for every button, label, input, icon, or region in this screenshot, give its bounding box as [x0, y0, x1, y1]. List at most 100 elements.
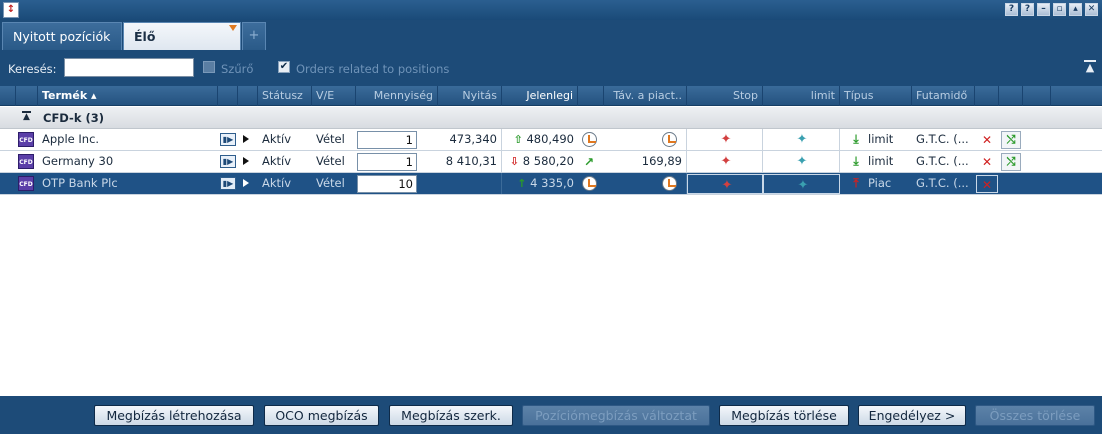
status-value: Aktív	[262, 176, 292, 190]
limit-order-cell[interactable]: ✦	[763, 129, 840, 150]
oco-icon[interactable]: ⤭	[1001, 153, 1021, 171]
header-spacer-5	[578, 86, 604, 106]
stop-order-cell[interactable]: ✦	[687, 129, 763, 150]
group-label: CFD-k (3)	[43, 111, 104, 125]
orders-related-label: Orders related to positions	[296, 62, 450, 76]
tab-add-icon[interactable]: +	[242, 22, 266, 50]
limit-icon: ✦	[796, 154, 808, 169]
play-icon[interactable]	[243, 135, 249, 143]
tab-close-icon[interactable]	[229, 25, 237, 31]
chart-icon[interactable]: ▮▶	[220, 133, 236, 146]
table-header: Termék ▴ Státusz V/E Mennyiség Nyitás Je…	[0, 86, 1102, 106]
limit-order-cell[interactable]: ✦	[763, 151, 840, 172]
clock-icon[interactable]	[582, 176, 597, 191]
oco-order-button[interactable]: OCO megbízás	[264, 405, 379, 426]
header-ve[interactable]: V/E	[312, 86, 356, 106]
limit-type-icon: ⤓	[853, 154, 859, 168]
quantity-input[interactable]: 10	[357, 175, 417, 193]
stop-icon: ✦	[720, 132, 732, 147]
create-order-button[interactable]: Megbízás létrehozása	[94, 405, 254, 426]
clock-icon[interactable]	[662, 132, 677, 147]
chart-icon[interactable]: ▮▶	[220, 155, 236, 168]
oco-icon[interactable]: ⤭	[1001, 131, 1021, 149]
header-spacer-2	[16, 86, 38, 106]
position-order-button[interactable]: Pozíciómegbízás változtat	[522, 405, 710, 426]
stop-order-cell[interactable]: ✦	[687, 151, 763, 172]
close-window-icon[interactable]: ✕	[1085, 3, 1098, 16]
header-statusz[interactable]: Státusz	[258, 86, 312, 106]
play-icon[interactable]	[243, 157, 249, 165]
header-mennyiseg[interactable]: Mennyiség	[356, 86, 438, 106]
help-icon[interactable]: ?	[1021, 3, 1034, 16]
group-row[interactable]: ▲ CFD-k (3)	[0, 107, 1102, 129]
tab-open-positions[interactable]: Nyitott pozíciók	[2, 22, 122, 50]
group-collapse-icon[interactable]: ▲	[22, 111, 31, 123]
play-icon[interactable]	[243, 179, 249, 187]
clock-icon[interactable]	[582, 132, 597, 147]
cfd-icon: CFD	[18, 132, 34, 147]
title-bar: ↕ ? ? – ▫ ▴ ✕	[0, 0, 1102, 20]
quantity-input[interactable]: 1	[357, 153, 417, 171]
quantity-input[interactable]: 1	[357, 131, 417, 149]
delete-order-icon[interactable]: ✕	[976, 175, 998, 193]
restore-icon[interactable]: ▫	[1053, 3, 1066, 16]
current-price-value: 8 580,20	[522, 154, 574, 168]
table-row[interactable]: CFD Apple Inc. ▮▶ Aktív Vétel 1 473,340 …	[0, 129, 1102, 151]
product-name: OTP Bank Plc	[42, 176, 118, 190]
stop-icon: ✦	[720, 154, 732, 169]
price-up-arrow-icon: ↑	[517, 177, 527, 190]
delete-order-icon[interactable]: ✕	[976, 131, 998, 149]
open-price: 473,340	[438, 129, 502, 150]
expiry-value: G.T.C. (...	[916, 176, 969, 190]
delete-order-button[interactable]: Megbízás törlése	[719, 405, 849, 426]
search-window-icon[interactable]: ?	[1005, 3, 1018, 16]
collapse-filter-icon[interactable]: ▲	[1084, 60, 1096, 74]
enable-button[interactable]: Engedélyez >	[858, 405, 966, 426]
order-type: Piac	[868, 176, 892, 190]
header-limit[interactable]: limit	[763, 86, 840, 106]
product-name: Germany 30	[42, 154, 114, 168]
header-spacer-7	[999, 86, 1023, 106]
maximize-icon[interactable]: ▴	[1069, 3, 1082, 16]
current-price: ⇧ 480,490	[502, 129, 578, 150]
footer-toolbar: Megbízás létrehozása OCO megbízás Megbíz…	[0, 396, 1102, 434]
current-price-value: 4 335,0	[530, 176, 574, 190]
header-termek[interactable]: Termék ▴	[38, 86, 218, 106]
cfd-icon: CFD	[18, 154, 34, 169]
orders-related-checkbox[interactable]: ✔	[278, 61, 290, 73]
limit-order-cell[interactable]: ✦	[763, 174, 840, 194]
stop-icon: ✦	[721, 178, 733, 193]
header-tipus[interactable]: Típus	[840, 86, 912, 106]
clock-icon[interactable]	[662, 176, 677, 191]
szuro-checkbox[interactable]	[203, 61, 215, 73]
delete-all-button[interactable]: Összes törlése	[975, 405, 1095, 426]
expiry-value: G.T.C. (...	[916, 154, 969, 168]
header-stop[interactable]: Stop	[687, 86, 763, 106]
status-value: Aktív	[262, 132, 292, 146]
chart-icon[interactable]: ▮▶	[220, 177, 236, 190]
edit-order-button[interactable]: Megbízás szerk.	[389, 405, 513, 426]
price-down-arrow-icon: ⇩	[509, 155, 520, 168]
table-row[interactable]: CFD Germany 30 ▮▶ Aktív Vétel 1 8 410,31…	[0, 151, 1102, 173]
minimize-icon[interactable]: –	[1037, 3, 1050, 16]
header-spacer-6	[975, 86, 999, 106]
search-input[interactable]	[64, 58, 194, 77]
header-futamido[interactable]: Futamidő	[912, 86, 975, 106]
buy-sell-value: Vétel	[316, 132, 345, 146]
price-up-arrow-icon: ⇧	[513, 133, 523, 146]
table-row-selected[interactable]: CFD OTP Bank Plc ▮▶ Aktív Vétel 10 ↑ 4 3…	[0, 173, 1102, 195]
stop-order-cell[interactable]: ✦	[687, 174, 763, 194]
current-price-value: 480,490	[526, 132, 574, 146]
tab-live-orders[interactable]: Élő megízások	[123, 22, 241, 72]
header-spacer-3	[218, 86, 238, 106]
limit-icon: ✦	[797, 178, 809, 193]
trend-up-icon[interactable]: ↗	[584, 155, 594, 169]
header-tav[interactable]: Táv. a piact..	[604, 86, 687, 106]
delete-order-icon[interactable]: ✕	[976, 153, 998, 171]
distance-value: 169,89	[604, 151, 687, 172]
order-type: limit	[868, 154, 894, 168]
header-nyitas[interactable]: Nyitás	[438, 86, 502, 106]
open-price	[438, 173, 502, 194]
header-jelenlegi[interactable]: Jelenlegi	[502, 86, 578, 106]
expiry-value: G.T.C. (...	[916, 132, 969, 146]
